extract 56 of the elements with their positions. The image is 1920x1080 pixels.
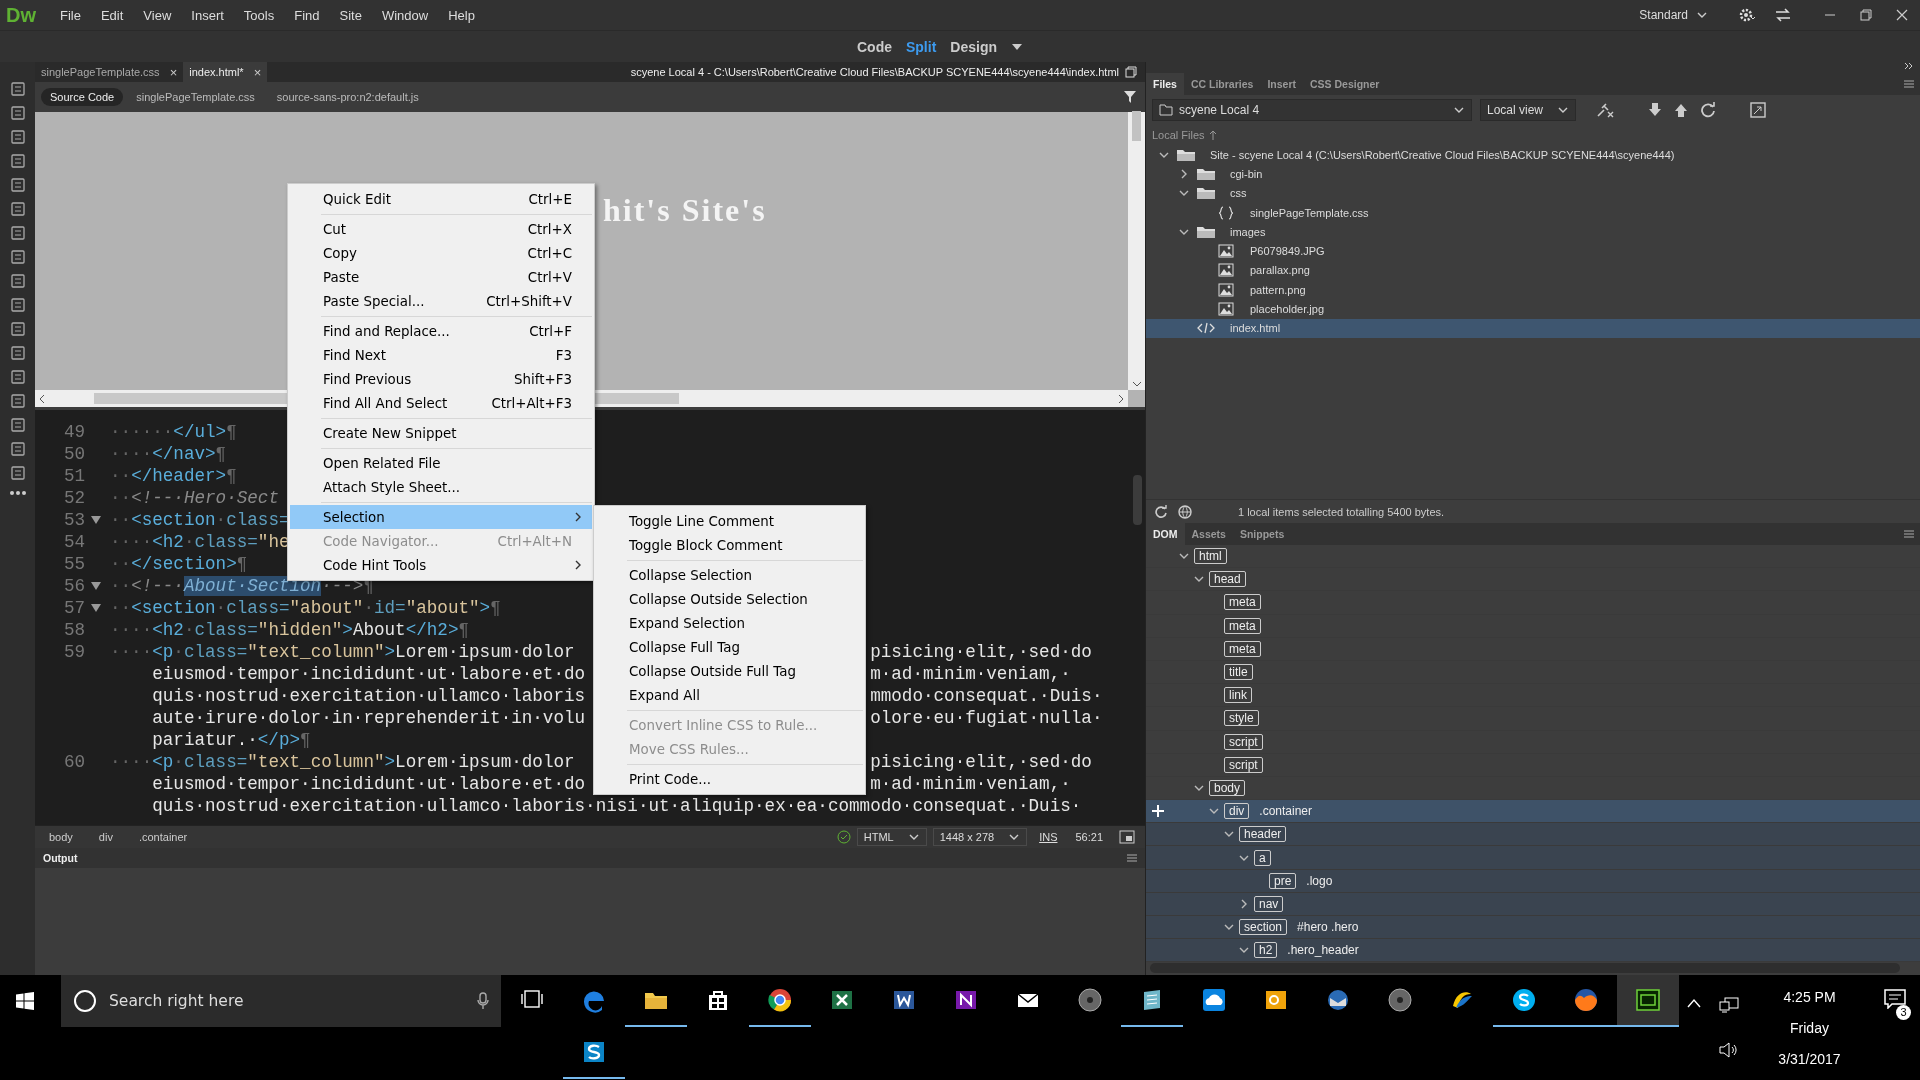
code-line: ····<h2·class="hidden">About</h2>¶ bbox=[109, 619, 470, 641]
file-name: parallax.png bbox=[1250, 264, 1310, 277]
code-line: m·ad·minim·veniam,· bbox=[869, 773, 1071, 795]
line-number: 50 bbox=[63, 444, 85, 464]
dom-selector: .logo bbox=[1306, 873, 1333, 888]
file-name: cgi-bin bbox=[1230, 167, 1263, 180]
line-number: 60 bbox=[63, 752, 85, 772]
file-name: pattern.png bbox=[1250, 283, 1306, 296]
dom-selector: .container bbox=[1259, 804, 1313, 819]
code-line: ··<section·class= bbox=[109, 509, 290, 531]
code-line: pariatur.·</p>¶ bbox=[151, 729, 311, 751]
section-label: Local Files bbox=[1152, 129, 1205, 141]
code-line: ····<h2·class="he bbox=[109, 531, 290, 553]
file-name: images bbox=[1230, 225, 1266, 238]
code-line: ··</section>¶ bbox=[109, 553, 248, 575]
code-line: quis·nostrud·exercitation·ullamco·laboris·nisi·ut·aliquip·ex·ea·commodo·consequat.·Duis· bbox=[151, 795, 1082, 817]
code-line: ··<!--·Hero·Sect bbox=[109, 487, 279, 509]
line-number: 56 bbox=[63, 576, 85, 596]
line-number: 54 bbox=[63, 532, 85, 552]
line-number: 51 bbox=[63, 466, 85, 486]
line-number: 57 bbox=[63, 598, 85, 618]
code-line: olore·eu·fugiat·nulla· bbox=[869, 707, 1103, 729]
line-number: 58 bbox=[63, 620, 85, 640]
code-line: pisicing·elit,·sed·do bbox=[869, 751, 1092, 773]
code-line: ······</ul>¶ bbox=[109, 421, 237, 443]
code-line: aute·irure·dolor·in·reprehenderit·in·volu bbox=[151, 707, 586, 729]
file-name: index.html bbox=[1230, 322, 1281, 335]
code-line: m·ad·minim·veniam,· bbox=[869, 663, 1071, 685]
line-number: 49 bbox=[63, 422, 85, 442]
cursor-position: 56:21 bbox=[1074, 830, 1104, 845]
code-line: ····</nav>¶ bbox=[109, 443, 227, 465]
page-heading: hit's Site's bbox=[603, 192, 767, 228]
code-line: ··</header>¶ bbox=[109, 465, 237, 487]
file-name: placeholder.jpg bbox=[1250, 303, 1324, 315]
document-path: scyene Local 4 - C:\Users\Robert\Creative Cloud Files\BACKUP SCYENE444\scyene444\index.html bbox=[629, 66, 1120, 78]
dom-selector: #hero .hero bbox=[1297, 920, 1359, 935]
dom-selector: .hero_header bbox=[1287, 943, 1359, 958]
code-line: ····<p·class="text_column">Lorem·ipsum·dolor bbox=[109, 751, 575, 773]
line-number: 53 bbox=[63, 510, 85, 530]
notification-count: 3 bbox=[1896, 1005, 1911, 1020]
app-logo: Dw bbox=[6, 3, 36, 27]
code-line: quis·nostrud·exercitation·ullamco·laboris bbox=[151, 685, 586, 707]
code-line: pisicing·elit,·sed·do bbox=[869, 641, 1092, 663]
code-line: eiusmod·tempor·incididunt·ut·labore·et·do bbox=[151, 773, 586, 795]
code-line: mmodo·consequat.·Duis· bbox=[869, 685, 1103, 707]
line-number: 52 bbox=[63, 488, 85, 508]
file-name: Site - scyene Local 4 (C:\Users\Robert\Creative Cloud Files\BACKUP SCYENE444\scyene444) bbox=[1210, 148, 1675, 161]
file-name: css bbox=[1230, 187, 1247, 200]
file-name: P6079849.JPG bbox=[1250, 245, 1325, 258]
status-text: 1 local items selected totalling 5400 bytes. bbox=[1238, 505, 1445, 518]
line-number: 59 bbox=[63, 642, 85, 662]
code-line: ··<section·class="about"·id="about">¶ bbox=[109, 597, 501, 619]
line-number: 55 bbox=[63, 554, 85, 574]
code-line: ····<p·class="text_column">Lorem·ipsum·dolor bbox=[109, 641, 575, 663]
code-line: eiusmod·tempor·incididunt·ut·labore·et·do bbox=[151, 663, 586, 685]
file-name: singlePageTemplate.css bbox=[1250, 206, 1369, 219]
